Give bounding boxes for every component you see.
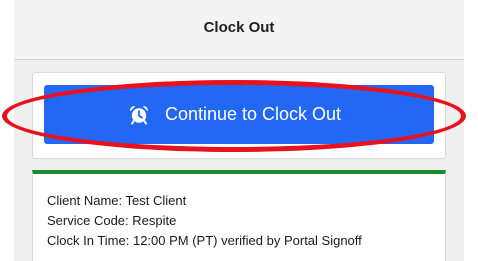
service-code-text: Service Code: Respite (47, 213, 177, 228)
clock-in-time-text: Clock In Time: 12:00 PM (PT) verified by… (47, 233, 362, 248)
alarm-clock-icon (129, 105, 149, 125)
header-bar: Clock Out (14, 0, 464, 60)
clock-out-screen: Clock Out Continue to Clock Out Client N… (14, 0, 464, 261)
continue-to-clock-out-button[interactable]: Continue to Clock Out (44, 85, 434, 144)
visit-info-lines: Client Name: Test Client Service Code: R… (47, 191, 362, 251)
page-title: Clock Out (203, 19, 275, 36)
continue-button-label: Continue to Clock Out (164, 104, 342, 124)
visit-info-card: Client Name: Test Client Service Code: R… (32, 170, 446, 261)
client-name-text: Client Name: Test Client (47, 193, 187, 208)
